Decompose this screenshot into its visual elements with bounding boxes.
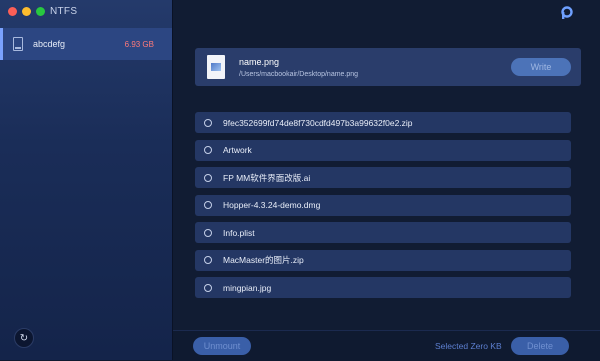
list-item-label: Artwork [223, 145, 252, 155]
list-item-label: FP MM软件界面改版.ai [223, 172, 311, 183]
zoom-window-button[interactable] [36, 7, 45, 16]
list-item[interactable]: FP MM软件界面改版.ai [195, 167, 571, 188]
list-item[interactable]: MacMaster的图片.zip [195, 249, 571, 271]
file-name: name.png [239, 56, 280, 67]
list-item[interactable]: mingpian.jpg [195, 277, 571, 298]
select-radio[interactable] [204, 228, 212, 237]
delete-button[interactable]: Delete [511, 337, 569, 355]
ntfs-logo-icon [561, 6, 573, 19]
selected-size-text: Selected Zero KB [435, 341, 502, 351]
list-item[interactable]: Artwork [195, 139, 571, 161]
unmount-button[interactable]: Unmount [193, 337, 251, 355]
png-file-icon [207, 55, 225, 79]
list-item[interactable]: 9fec352699fd74de8f730cdfd497b3a99632f0e2… [195, 112, 571, 133]
main-panel: name.png /Users/macbookair/Desktop/name.… [173, 0, 600, 361]
refresh-icon: ↻ [19, 332, 29, 344]
select-radio[interactable] [204, 118, 212, 127]
select-radio[interactable] [204, 256, 212, 264]
app-title: NTFS [50, 6, 78, 17]
list-item-label: Info.plist [223, 227, 255, 238]
write-button[interactable]: Write [511, 58, 571, 76]
select-radio[interactable] [204, 201, 212, 209]
select-radio[interactable] [204, 283, 212, 292]
list-item-label: 9fec352699fd74de8f730cdfd497b3a99632f0e2… [223, 117, 413, 128]
list-item-label: mingpian.jpg [223, 282, 272, 293]
list-item[interactable]: Hopper-4.3.24-demo.dmg [195, 194, 571, 216]
list-item[interactable]: Info.plist [195, 222, 571, 243]
refresh-button[interactable]: ↻ [14, 328, 34, 348]
close-window-button[interactable] [8, 7, 17, 16]
sidebar-item-drive[interactable]: abcdefg 6.93 GB [0, 28, 172, 60]
list-item-label: Hopper-4.3.24-demo.dmg [223, 200, 321, 210]
file-path: /Users/macbookair/Desktop/name.png [239, 70, 359, 78]
sidebar: NTFS abcdefg 6.93 GB ↻ [0, 0, 173, 360]
window-controls [8, 7, 45, 16]
select-radio[interactable] [204, 173, 212, 182]
drive-size: 6.93 GB [124, 39, 154, 49]
drive-name: abcdefg [33, 39, 66, 49]
selected-file-panel: name.png /Users/macbookair/Desktop/name.… [195, 48, 581, 86]
footer-bar: Unmount Selected Zero KB Delete [173, 330, 600, 361]
list-item-label: MacMaster的图片.zip [223, 255, 304, 265]
minimize-window-button[interactable] [22, 7, 31, 16]
select-radio[interactable] [204, 146, 212, 154]
file-list: 9fec352699fd74de8f730cdfd497b3a99632f0e2… [195, 112, 571, 308]
sd-card-icon [13, 37, 23, 51]
